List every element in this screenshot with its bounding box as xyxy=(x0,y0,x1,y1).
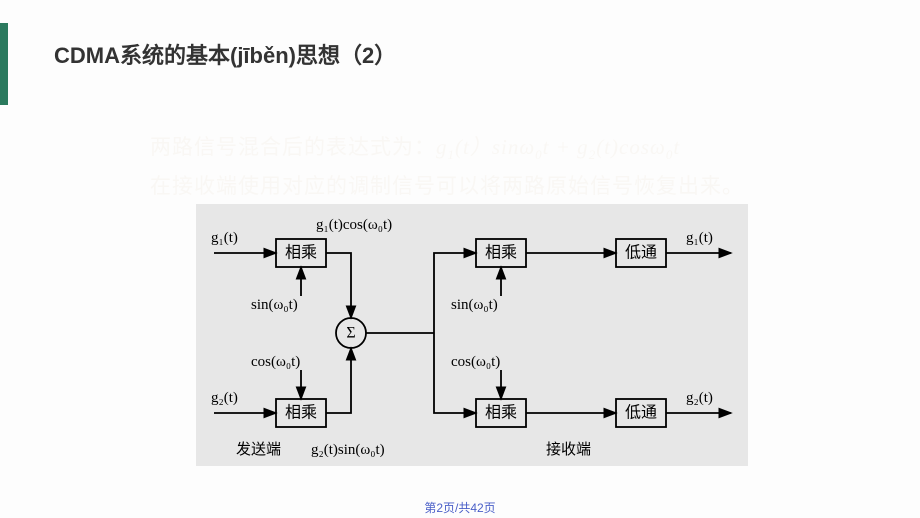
carrier-label: cos(ω₀t) xyxy=(251,354,300,370)
carrier-label: sin(ω₀t) xyxy=(451,297,498,313)
mult-label: 相乘 xyxy=(485,244,517,262)
signal-label: g₂(t) xyxy=(211,390,238,406)
accent-bar xyxy=(0,23,8,105)
formula-line: 两路信号混合后的表达式为：g1(t）sinω0t + g2(t)cosω0t xyxy=(150,131,680,163)
signal-label: g₂(t) xyxy=(686,390,713,406)
formula-math: g1(t）sinω0t + g2(t)cosω0t xyxy=(436,135,680,159)
carrier-label: sin(ω₀t) xyxy=(251,297,298,313)
description-line: 在接收端使用对应的调制信号可以将两路原始信号恢复出来。 xyxy=(150,170,744,200)
sum-label: Σ xyxy=(346,325,355,342)
rx-section-label: 接收端 xyxy=(546,441,591,458)
mixed-signal-label: g₂(t)sin(ω₀t) xyxy=(311,442,385,458)
wire xyxy=(434,333,476,413)
page-footer: 第2页/共42页 xyxy=(0,499,920,516)
page-title: CDMA系统的基本(jīběn)思想（2） xyxy=(54,38,396,70)
lpf-label: 低通 xyxy=(625,244,657,262)
lpf-label: 低通 xyxy=(625,404,657,422)
signal-label: g₁(t) xyxy=(686,230,713,246)
formula-prefix: 两路信号混合后的表达式为： xyxy=(150,135,436,159)
signal-label: g₁(t) xyxy=(211,230,238,246)
wire xyxy=(326,348,351,413)
mult-label: 相乘 xyxy=(285,404,317,422)
mult-label: 相乘 xyxy=(285,244,317,262)
mixed-signal-label: g₁(t)cos(ω₀t) xyxy=(316,217,392,233)
tx-section-label: 发送端 xyxy=(236,441,281,458)
wire xyxy=(434,253,476,333)
carrier-label: cos(ω₀t) xyxy=(451,354,500,370)
mult-label: 相乘 xyxy=(485,404,517,422)
wire xyxy=(326,253,351,318)
block-diagram: 相乘 相乘 Σ 相乘 相乘 低通 低通 g₁(t) g₂(t) g₁(t) g₂… xyxy=(196,204,748,466)
